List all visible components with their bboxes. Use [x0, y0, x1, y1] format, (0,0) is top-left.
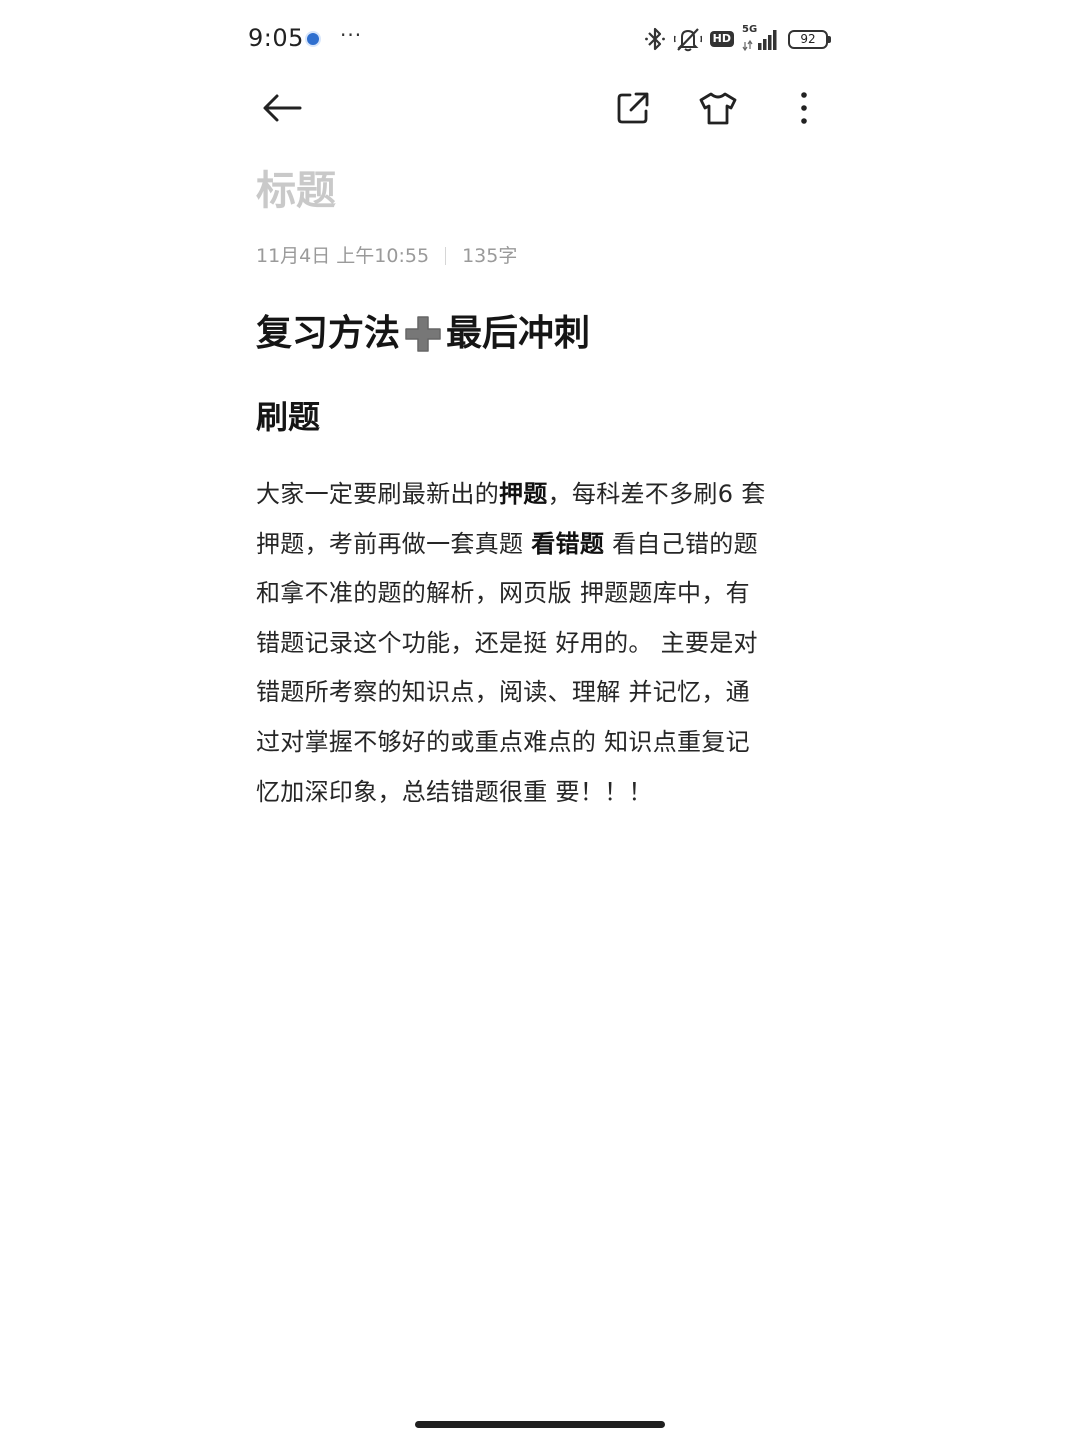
back-button[interactable] [254, 80, 310, 136]
note-title-input[interactable]: 标题 [256, 166, 336, 216]
note-date: 11月4日 上午10:55 [256, 245, 430, 267]
body-text: 大家一定要刷最新出的 [256, 480, 499, 508]
battery-indicator: 92 [788, 29, 831, 49]
body-line: 错题记录这个功能，还是挺 好用的。 主要是对 [256, 619, 826, 669]
plus-emoji-icon [405, 316, 441, 352]
body-text: 看自己错的题 [604, 529, 758, 558]
home-indicator[interactable] [415, 1421, 665, 1428]
more-vertical-icon [801, 92, 807, 124]
app-notification-icon [305, 31, 321, 47]
signal-bars-icon [742, 30, 777, 52]
note-heading[interactable]: 复习方法 最后冲刺 [256, 308, 590, 360]
body-text: 错题所考察的知识点，阅读、理解 并记忆，通 [256, 678, 750, 707]
battery-level: 92 [800, 32, 816, 46]
note-subheading[interactable]: 刷题 [256, 392, 320, 442]
heading-text-part1: 复习方法 [256, 313, 401, 354]
note-body[interactable]: 大家一定要刷最新出的押题，每科差不多刷6 套押题，考前再做一套真题 看错题 看自… [256, 470, 826, 817]
arrow-left-icon [263, 94, 302, 122]
bold-text: 看错题 [531, 529, 605, 558]
signal-indicator: 5G [742, 25, 780, 53]
heading-text-part2: 最后冲刺 [446, 313, 591, 354]
body-text: 错题记录这个功能，还是挺 好用的。 主要是对 [256, 628, 758, 657]
share-icon [617, 92, 649, 124]
more-notifications-icon: ··· [340, 23, 363, 47]
body-line: 过对掌握不够好的或重点难点的 知识点重复记 [256, 718, 826, 768]
bold-text: 押题 [499, 480, 548, 508]
more-button[interactable] [776, 80, 832, 136]
body-text: 过对掌握不够好的或重点难点的 知识点重复记 [256, 727, 750, 756]
mute-bell-icon [673, 28, 702, 52]
bluetooth-icon [644, 27, 665, 51]
hd-badge: HD [709, 31, 734, 47]
status-time: 9:05 [248, 24, 304, 52]
body-line: 和拿不准的题的解析，网页版 押题题库中，有 [256, 569, 826, 619]
status-indicators: HD 5G 92 [644, 24, 831, 54]
body-line: 忆加深印象，总结错题很重 要！！！ [256, 768, 826, 818]
body-line: 错题所考察的知识点，阅读、理解 并记忆，通 [256, 668, 826, 718]
tshirt-icon [699, 92, 737, 125]
body-text: 和拿不准的题的解析，网页版 押题题库中，有 [256, 579, 750, 608]
share-button[interactable] [605, 80, 661, 136]
theme-button[interactable] [690, 80, 746, 136]
body-text: 押题，考前再做一套真题 [256, 529, 532, 558]
body-line: 押题，考前再做一套真题 看错题 看自己错的题 [256, 520, 826, 570]
status-bar: 9:05 ··· HD 5G 92 [248, 22, 831, 56]
note-word-count: 135字 [462, 245, 518, 267]
body-line: 大家一定要刷最新出的押题，每科差不多刷6 套 [256, 470, 826, 520]
body-text: 忆加深印象，总结错题很重 要！！！ [256, 777, 653, 806]
body-text: ，每科差不多刷6 套 [547, 480, 766, 508]
note-meta: 11月4日 上午10:55 135字 [256, 244, 517, 268]
meta-divider [445, 247, 447, 265]
